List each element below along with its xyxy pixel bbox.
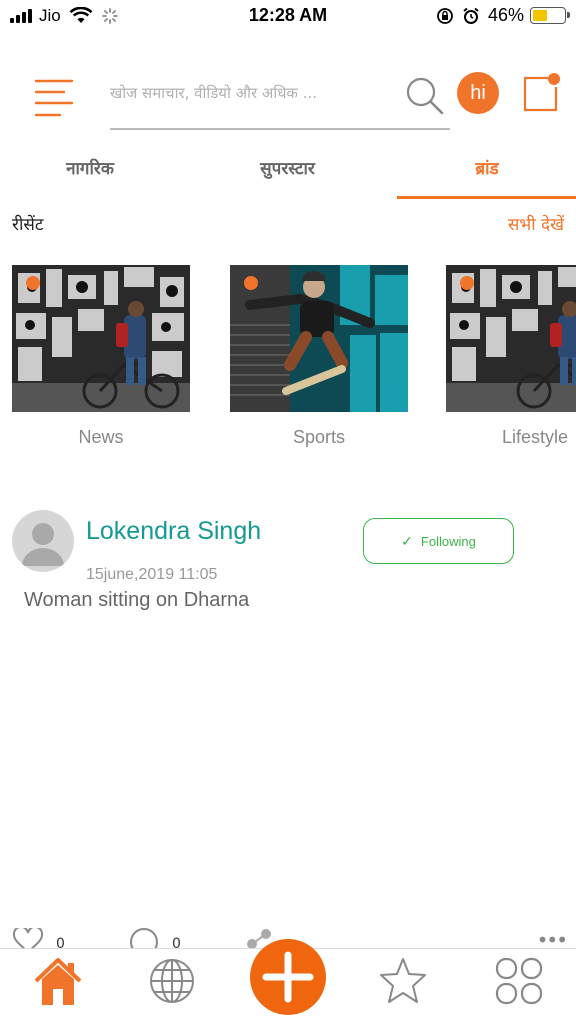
nav-globe[interactable]	[146, 955, 198, 1007]
following-label: Following	[420, 533, 476, 549]
search-icon[interactable]	[404, 74, 448, 118]
rotation-lock-icon	[437, 7, 453, 24]
compose-icon[interactable]	[520, 72, 562, 114]
tab-brand[interactable]: ब्रांड	[437, 156, 537, 179]
status-right: 46%	[436, 5, 570, 26]
tab-nagrik[interactable]: नागरिक	[40, 156, 140, 179]
tab-superstar[interactable]: सुपरस्टार	[230, 156, 345, 179]
card-dot	[460, 276, 474, 290]
recent-cards: News Sports Lifestyle	[0, 265, 576, 455]
alarm-icon	[463, 7, 479, 24]
status-bar: Jio 12:28 AM 46%	[0, 0, 576, 34]
author-avatar[interactable]	[12, 510, 74, 572]
active-tab-indicator	[397, 196, 576, 199]
card-news[interactable]: News	[12, 265, 190, 448]
search-bar	[110, 72, 450, 130]
bottom-nav	[0, 939, 576, 1024]
card-dot	[26, 276, 40, 290]
plus-icon	[262, 951, 314, 1003]
card-dot	[244, 276, 258, 290]
nav-more-apps[interactable]	[493, 955, 545, 1007]
section-title-recent: रीसेंट	[12, 215, 44, 235]
card-label: Sports	[292, 427, 346, 447]
card-image	[230, 265, 408, 412]
card-lifestyle[interactable]: Lifestyle	[446, 265, 576, 448]
author-name[interactable]: Lokendra Singh	[86, 517, 261, 546]
card-sports[interactable]: Sports	[230, 265, 408, 448]
see-all-link[interactable]: सभी देखें	[508, 212, 564, 235]
home-icon	[34, 958, 82, 1005]
category-tabs: नागरिक सुपरस्टार ब्रांड	[0, 148, 576, 200]
search-input[interactable]	[110, 78, 380, 108]
menu-icon[interactable]	[34, 78, 74, 120]
star-icon	[380, 958, 426, 1003]
card-image	[12, 265, 190, 412]
card-label: Lifestyle	[501, 427, 569, 447]
following-button[interactable]: ✓ Following	[363, 518, 514, 564]
profile-avatar[interactable]: hi	[457, 72, 499, 114]
battery-fill	[533, 10, 547, 21]
nav-favorites[interactable]	[377, 955, 429, 1007]
post-text[interactable]: Woman sitting on Dharna	[24, 589, 249, 612]
card-image	[446, 265, 576, 412]
globe-icon	[150, 959, 194, 1003]
battery-percent: 46%	[487, 5, 524, 25]
post-date: 15june,2019 11:05	[86, 566, 218, 583]
battery-icon	[530, 7, 570, 24]
nav-home[interactable]	[32, 955, 84, 1007]
card-label: News	[78, 427, 124, 447]
add-post-button[interactable]	[250, 939, 326, 1015]
check-icon: ✓	[401, 532, 413, 549]
grid-icon	[495, 957, 543, 1005]
